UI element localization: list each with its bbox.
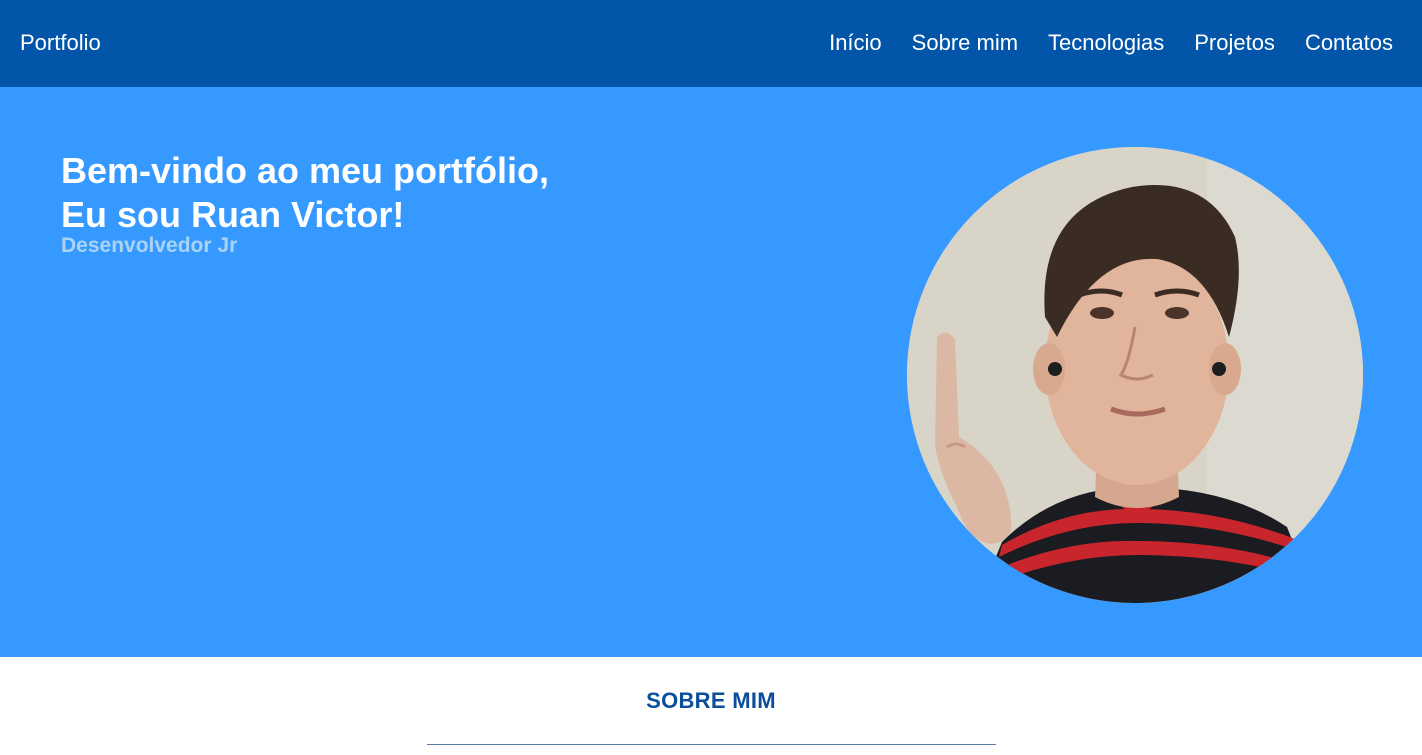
nav-link-inicio[interactable]: Início [829, 31, 882, 55]
brand-link[interactable]: Portfolio [20, 31, 101, 55]
profile-photo-illustration [907, 147, 1363, 603]
hero-section: Bem-vindo ao meu portfólio, Eu sou Ruan … [0, 87, 1422, 657]
main-nav: Início Sobre mim Tecnologias Projetos Co… [829, 31, 1393, 55]
hero-title: Bem-vindo ao meu portfólio, Eu sou Ruan … [61, 149, 549, 237]
nav-link-contatos[interactable]: Contatos [1305, 31, 1393, 55]
top-navigation-bar: Portfolio Início Sobre mim Tecnologias P… [0, 0, 1422, 87]
nav-link-sobre-mim[interactable]: Sobre mim [912, 31, 1018, 55]
nav-link-tecnologias[interactable]: Tecnologias [1048, 31, 1164, 55]
profile-photo [907, 147, 1363, 603]
hero-title-line-2: Eu sou Ruan Victor! [61, 194, 405, 235]
section-title-sobre-mim: SOBRE MIM [646, 688, 776, 713]
hero-title-line-1: Bem-vindo ao meu portfólio, [61, 150, 550, 191]
hero-subtitle: Desenvolvedor Jr [61, 234, 238, 257]
nav-link-projetos[interactable]: Projetos [1194, 31, 1275, 55]
section-divider [427, 744, 996, 745]
